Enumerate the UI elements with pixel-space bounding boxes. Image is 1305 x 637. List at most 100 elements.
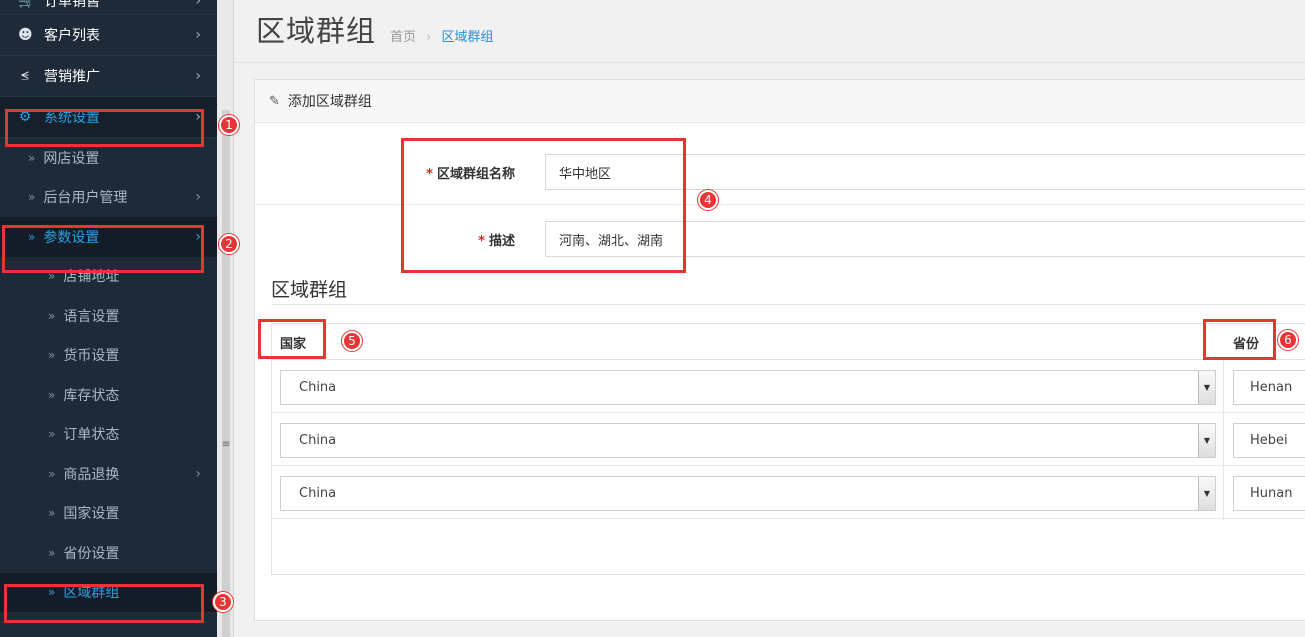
- zone-name-input[interactable]: 华中地区: [545, 154, 1305, 190]
- gear-icon: ⚙: [18, 109, 32, 125]
- sidebar-param-language[interactable]: » 语言设置: [0, 296, 217, 336]
- table-row: China ▼ Hebei: [272, 413, 1305, 466]
- description-label-wrap: * 描述: [395, 221, 515, 257]
- pencil-icon: ✎: [269, 93, 280, 109]
- sidebar-param-returns[interactable]: » 商品退换 ›: [0, 454, 217, 494]
- annotation-badge-5: 5: [342, 331, 362, 351]
- share-icon: ⪬: [21, 68, 29, 84]
- country-select-value: China: [299, 433, 337, 448]
- chevron-right-icon: ›: [195, 465, 201, 482]
- breadcrumb-current[interactable]: 区域群组: [442, 30, 494, 45]
- double-chevron-icon: »: [48, 348, 56, 363]
- sidebar-param-label: 货币设置: [63, 348, 120, 365]
- chevron-right-icon: ›: [195, 109, 201, 125]
- dropdown-arrow-icon[interactable]: ▼: [1198, 371, 1215, 404]
- chevron-right-icon: ›: [195, 228, 201, 245]
- sidebar-subitem-params[interactable]: » 参数设置 ›: [0, 217, 217, 257]
- breadcrumb-separator: ›: [426, 30, 432, 45]
- sidebar-param-zone-groups[interactable]: » 区域群组: [0, 572, 217, 612]
- page-header: 区域群组 首页 › 区域群组: [256, 8, 494, 56]
- double-chevron-icon: »: [48, 466, 56, 481]
- double-chevron-icon: »: [48, 387, 56, 402]
- sidebar-item-label: 营销推广: [44, 69, 100, 85]
- sidebar-item-label: 订单销售: [44, 0, 100, 10]
- column-divider: [1223, 360, 1224, 520]
- table-row: China ▼ Henan: [272, 360, 1305, 413]
- sidebar-subitem-admin-users[interactable]: » 后台用户管理 ›: [0, 178, 217, 218]
- section-divider: [271, 304, 1305, 305]
- dropdown-arrow-icon[interactable]: ▼: [1198, 424, 1215, 457]
- sidebar-param-label: 订单状态: [63, 427, 120, 444]
- sidebar-param-label: 店铺地址: [63, 269, 120, 286]
- chevron-right-icon: ›: [195, 189, 201, 206]
- double-chevron-icon: »: [28, 229, 36, 244]
- zone-section-title: 区域群组: [271, 279, 348, 301]
- double-chevron-icon: »: [28, 150, 36, 165]
- sidebar-param-order-status[interactable]: » 订单状态: [0, 415, 217, 455]
- country-select-value: China: [299, 380, 337, 395]
- sidebar-item-orders[interactable]: 🛒 订单销售 ›: [0, 0, 217, 15]
- sidebar-item-marketing[interactable]: ⪬ 营销推广 ›: [0, 56, 217, 97]
- description-input[interactable]: 河南、湖北、湖南: [545, 221, 1305, 257]
- chevron-right-icon: ›: [195, 0, 201, 9]
- dropdown-arrow-icon[interactable]: ▼: [1198, 477, 1215, 510]
- sidebar-subitem-label: 参数设置: [43, 229, 100, 246]
- country-select[interactable]: China ▼: [280, 476, 1216, 511]
- table-row: China ▼ Hunan: [272, 466, 1305, 519]
- sidebar-param-stock-status[interactable]: » 库存状态: [0, 375, 217, 415]
- description-value: 河南、湖北、湖南: [559, 233, 664, 249]
- double-chevron-icon: »: [48, 585, 56, 600]
- province-select[interactable]: Hunan: [1233, 476, 1305, 511]
- annotation-badge-4: 4: [698, 190, 718, 210]
- sidebar-item-customers[interactable]: ☻ 客户列表 ›: [0, 15, 217, 56]
- sidebar-item-label: 客户列表: [44, 28, 100, 44]
- annotation-badge-2: 2: [219, 234, 239, 254]
- breadcrumb-home[interactable]: 首页: [390, 30, 416, 45]
- user-icon: ☻: [18, 27, 33, 43]
- province-select-value: Henan: [1250, 380, 1293, 395]
- chevron-right-icon: ›: [195, 27, 201, 43]
- sidebar-param-countries[interactable]: » 国家设置: [0, 494, 217, 534]
- double-chevron-icon: »: [28, 190, 36, 205]
- double-chevron-icon: »: [48, 545, 56, 560]
- form-row-divider: [255, 204, 1305, 205]
- panel-header: ✎ 添加区域群组: [255, 80, 1305, 123]
- sidebar: 🛒 订单销售 › ☻ 客户列表 › ⪬ 营销推广 › ⚙ 系统设置 › » 网店…: [0, 0, 217, 637]
- page-title: 区域群组: [256, 14, 377, 48]
- zone-table: 国家 省份 China ▼ Henan China ▼ Hebei China …: [271, 323, 1305, 575]
- zone-name-label: * 区域群组名称: [426, 163, 515, 182]
- province-select[interactable]: Hebei: [1233, 423, 1305, 458]
- grip-icon[interactable]: ≡: [221, 440, 231, 450]
- sidebar-param-label: 商品退换: [63, 466, 120, 483]
- country-select[interactable]: China ▼: [280, 370, 1216, 405]
- annotation-badge-3: 3: [213, 592, 233, 612]
- double-chevron-icon: »: [48, 308, 56, 323]
- add-zone-group-panel: ✎ 添加区域群组 * 区域群组名称 华中地区 * 描述 河南、湖北、湖南 区域群组 …: [254, 79, 1305, 621]
- country-select[interactable]: China ▼: [280, 423, 1216, 458]
- sidebar-param-provinces[interactable]: » 省份设置: [0, 533, 217, 573]
- province-select-value: Hunan: [1250, 486, 1293, 501]
- column-header-province: 省份: [1233, 336, 1260, 352]
- sidebar-param-currency[interactable]: » 货币设置: [0, 336, 217, 376]
- sidebar-param-label: 区域群组: [63, 585, 120, 602]
- sidebar-param-store-address[interactable]: » 店铺地址: [0, 257, 217, 297]
- province-select-value: Hebei: [1250, 433, 1288, 448]
- province-select[interactable]: Henan: [1233, 370, 1305, 405]
- sidebar-param-label: 国家设置: [63, 506, 120, 523]
- sidebar-splitter[interactable]: ≡: [217, 0, 234, 637]
- description-label-text: 描述: [488, 234, 515, 249]
- annotation-badge-6: 6: [1278, 330, 1298, 350]
- required-mark: *: [426, 167, 433, 182]
- sidebar-item-system-settings[interactable]: ⚙ 系统设置 ›: [0, 97, 217, 138]
- sidebar-item-label: 系统设置: [44, 110, 100, 126]
- double-chevron-icon: »: [48, 427, 56, 442]
- scrollbar-track[interactable]: [222, 110, 230, 637]
- sidebar-subitem-label: 网店设置: [43, 150, 100, 167]
- sidebar-subitem-shop-settings[interactable]: » 网店设置: [0, 138, 217, 178]
- panel-title: 添加区域群组: [287, 94, 372, 110]
- sidebar-param-label: 语言设置: [63, 308, 120, 325]
- zone-name-value: 华中地区: [559, 166, 612, 182]
- sidebar-subitem-label: 后台用户管理: [43, 190, 128, 207]
- breadcrumb: 首页 › 区域群组: [390, 26, 494, 45]
- chevron-right-icon: ›: [195, 68, 201, 84]
